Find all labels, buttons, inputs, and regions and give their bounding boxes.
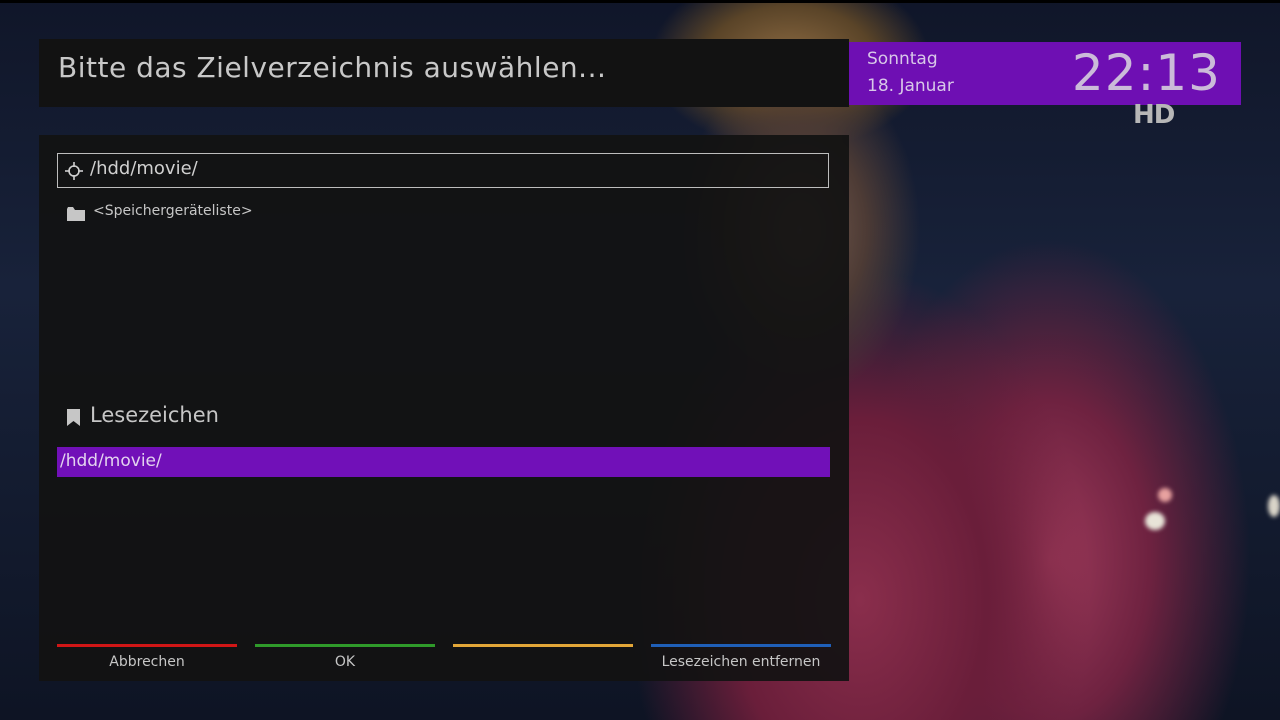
blue-key-label: Lesezeichen entfernen — [661, 654, 821, 670]
background-light — [1158, 488, 1172, 502]
green-key-label: OK — [334, 654, 356, 670]
bookmark-icon — [67, 409, 80, 426]
clock-date: 18. Januar — [867, 76, 954, 96]
bookmarks-header: Lesezeichen — [67, 403, 467, 433]
green-key-bar — [255, 644, 435, 647]
background-light — [1268, 495, 1280, 517]
tv-top-border — [0, 0, 1280, 3]
hd-badge: HD — [1133, 100, 1175, 130]
crosshair-icon — [65, 162, 83, 180]
folder-icon — [67, 207, 85, 221]
blue-key-bar — [651, 644, 831, 647]
current-path-field[interactable]: /hdd/movie/ — [57, 153, 829, 188]
green-key-ok[interactable]: OK — [255, 644, 435, 674]
background-light — [1145, 512, 1165, 530]
red-key-bar — [57, 644, 237, 647]
page-title: Bitte das Zielverzeichnis auswählen... — [58, 51, 607, 84]
color-key-bar: Abbrechen OK Lesezeichen entfernen — [57, 644, 831, 674]
blue-key-remove-bookmark[interactable]: Lesezeichen entfernen — [651, 644, 831, 674]
current-path-text: /hdd/movie/ — [90, 158, 198, 179]
directory-label: <Speichergeräteliste> — [93, 203, 253, 219]
bookmark-label: /hdd/movie/ — [60, 451, 162, 471]
red-key-label: Abbrechen — [109, 654, 185, 670]
yellow-key[interactable] — [453, 644, 633, 674]
title-panel: Bitte das Zielverzeichnis auswählen... — [39, 39, 849, 107]
clock-day: Sonntag — [867, 49, 938, 69]
bookmark-item-selected[interactable]: /hdd/movie/ — [57, 447, 830, 477]
directory-list-item[interactable]: <Speichergeräteliste> — [67, 201, 807, 225]
red-key-cancel[interactable]: Abbrechen — [57, 644, 237, 674]
yellow-key-bar — [453, 644, 633, 647]
location-selector-panel: /hdd/movie/ <Speichergeräteliste> Leseze… — [39, 135, 849, 681]
bookmarks-title: Lesezeichen — [90, 403, 219, 427]
clock-time: 22:13 — [1071, 44, 1221, 102]
clock-panel: Sonntag 18. Januar 22:13 — [849, 42, 1241, 105]
